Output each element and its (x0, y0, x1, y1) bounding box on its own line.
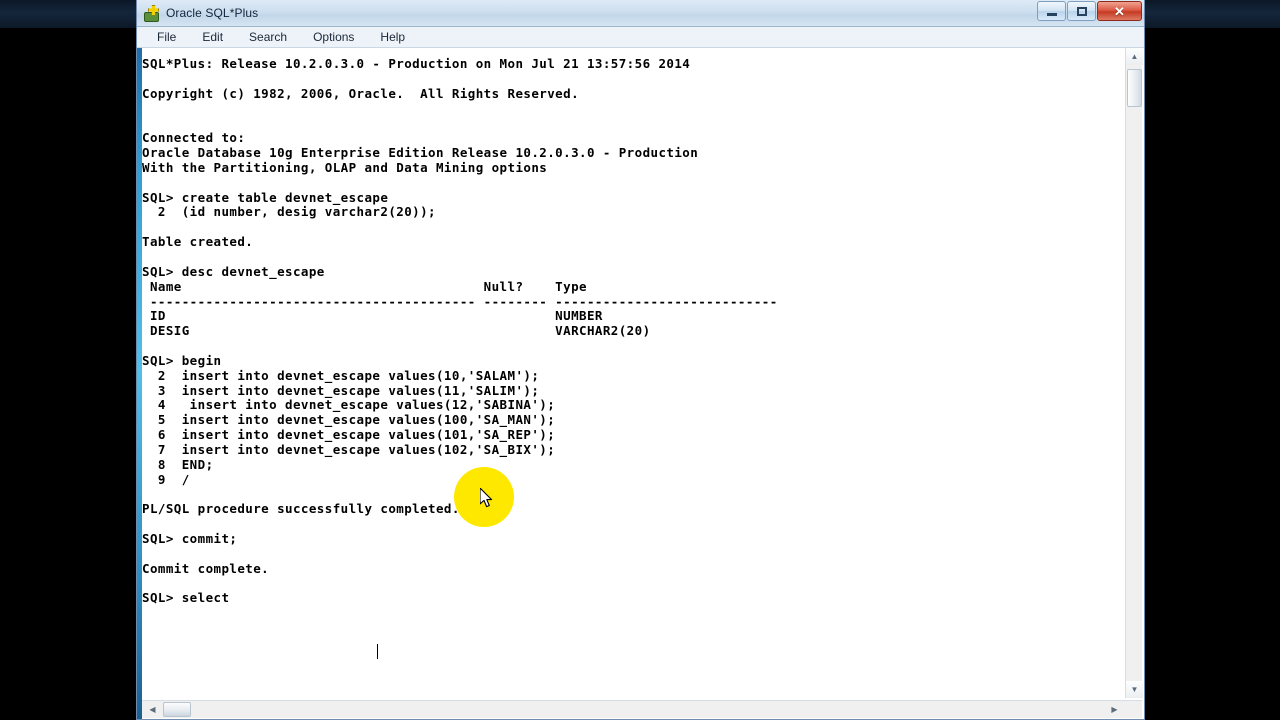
scroll-up-arrow-icon[interactable]: ▲ (1126, 48, 1143, 65)
terminal-output-pane[interactable]: SQL*Plus: Release 10.2.0.3.0 - Productio… (142, 48, 1125, 698)
menu-item-edit[interactable]: Edit (192, 28, 233, 46)
scroll-right-arrow-icon[interactable]: ▶ (1106, 701, 1123, 718)
menu-item-file[interactable]: File (147, 28, 186, 46)
window-client-area: SQL*Plus: Release 10.2.0.3.0 - Productio… (137, 48, 1144, 719)
scroll-down-arrow-icon[interactable]: ▼ (1126, 681, 1143, 698)
window-titlebar[interactable]: Oracle SQL*Plus ✕ (137, 0, 1144, 27)
menu-item-help[interactable]: Help (370, 28, 415, 46)
menu-item-search[interactable]: Search (239, 28, 297, 46)
oracle-sqlplus-icon (143, 4, 160, 22)
close-button[interactable]: ✕ (1097, 1, 1142, 21)
menubar: File Edit Search Options Help (137, 27, 1144, 48)
window-title: Oracle SQL*Plus (166, 6, 259, 20)
text-caret (377, 644, 378, 659)
close-icon: ✕ (1114, 3, 1125, 19)
horizontal-scrollbar-thumb[interactable] (163, 702, 191, 717)
terminal-text: SQL*Plus: Release 10.2.0.3.0 - Productio… (142, 56, 778, 606)
sqlplus-window: Oracle SQL*Plus ✕ File Edit Search Optio… (136, 0, 1145, 720)
window-controls: ✕ (1036, 1, 1142, 21)
vertical-scrollbar-thumb[interactable] (1127, 69, 1142, 107)
maximize-button[interactable] (1067, 1, 1096, 21)
horizontal-scrollbar[interactable]: ◀ ▶ (142, 700, 1142, 718)
vertical-scrollbar[interactable]: ▲ ▼ (1125, 48, 1143, 698)
maximize-icon (1076, 6, 1087, 16)
minimize-button[interactable] (1037, 1, 1066, 21)
screen-root: ↻ English ▤ ⎈ ⚙ e ? ⏻ Oracle SQL*Plus (0, 0, 1280, 720)
menu-item-options[interactable]: Options (303, 28, 364, 46)
scroll-left-arrow-icon[interactable]: ◀ (144, 701, 161, 718)
minimize-icon (1046, 13, 1057, 16)
